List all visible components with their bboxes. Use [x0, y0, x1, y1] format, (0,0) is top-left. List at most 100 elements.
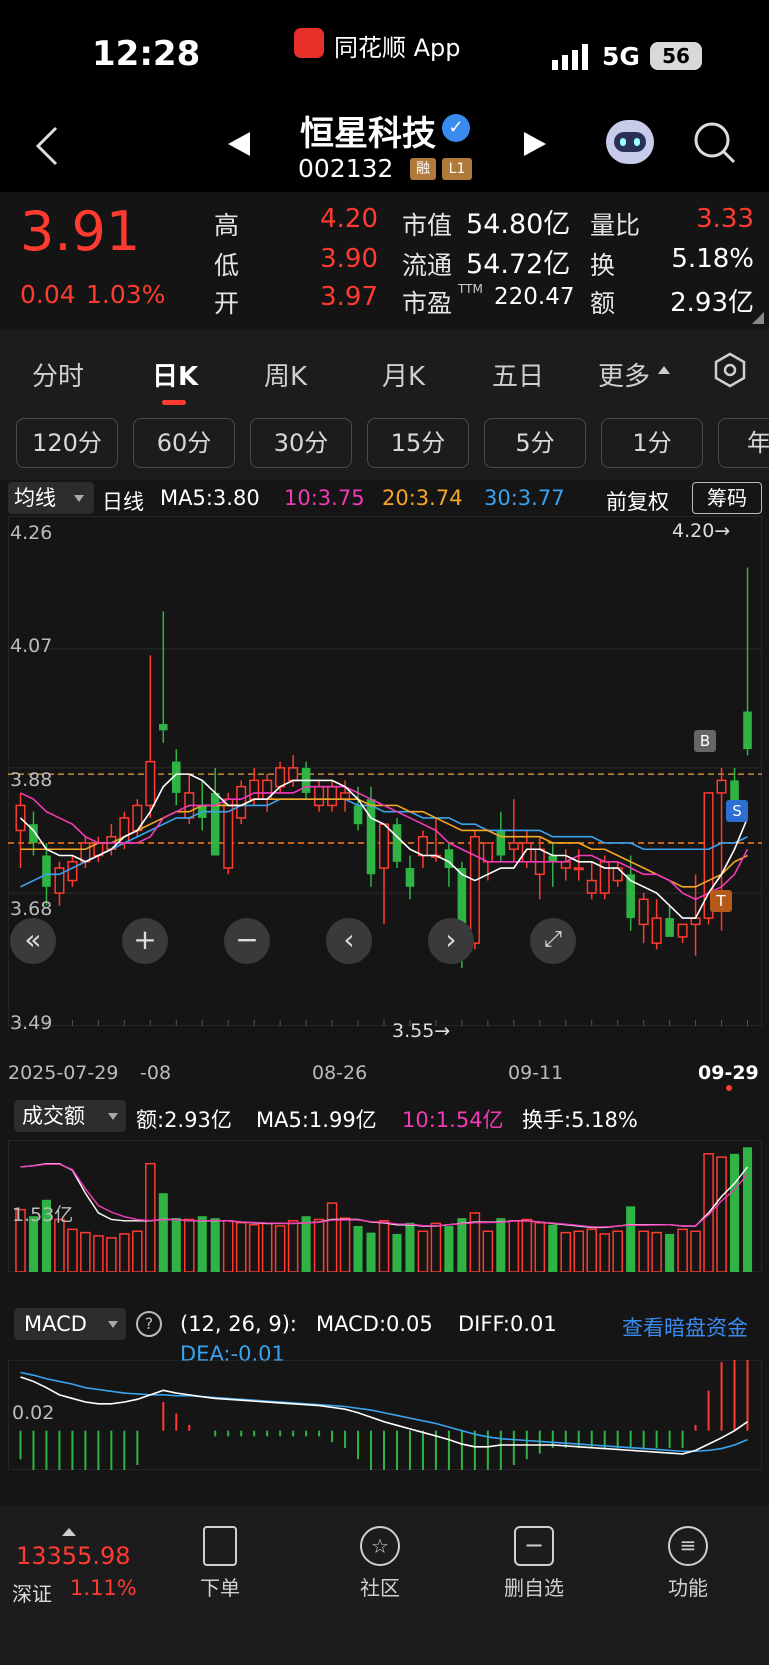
today-dot — [726, 1085, 732, 1091]
period-5min-button[interactable]: 5分 — [484, 418, 586, 468]
zoom-in-icon[interactable]: + — [122, 918, 168, 964]
x-label-end: 09-29 — [698, 1062, 759, 1084]
candle-body — [54, 867, 65, 894]
period-60min-button[interactable]: 60分 — [133, 418, 235, 468]
volume-bar — [54, 1218, 65, 1272]
settings-hexagon-icon[interactable] — [712, 352, 748, 388]
ma30-value: 30:3.77 — [484, 486, 565, 510]
volume-ratio-value: 3.33 — [696, 204, 754, 234]
zoom-out-icon[interactable]: − — [224, 918, 270, 964]
candle-body — [469, 835, 480, 944]
period-tabs: 分时 日K 周K 月K 五日 更多 — [0, 330, 769, 412]
scroll-right-icon[interactable]: › — [428, 918, 474, 964]
volume-chart[interactable] — [8, 1140, 762, 1272]
buy-signal-marker[interactable]: B — [694, 730, 716, 752]
volume-bar — [496, 1218, 506, 1272]
nav-community[interactable]: ☆ 社区 — [330, 1526, 430, 1601]
volume-bar — [729, 1153, 740, 1272]
y-label-3: 3.88 — [10, 769, 53, 791]
nav-order-label: 下单 — [200, 1576, 240, 1600]
index-name: 深证 — [12, 1582, 52, 1606]
tab-more[interactable]: 更多 — [598, 356, 650, 393]
nav-remove-watchlist[interactable]: − 删自选 — [484, 1526, 584, 1601]
macd-chart[interactable] — [8, 1360, 762, 1470]
volume-bar — [183, 1218, 195, 1272]
app-logo-icon — [294, 28, 324, 58]
macd-y-label: 0.02 — [12, 1402, 55, 1424]
nav-order[interactable]: 下单 — [170, 1526, 270, 1601]
kline-chart[interactable] — [8, 516, 762, 1026]
period-30min-button[interactable]: 30分 — [250, 418, 352, 468]
scroll-start-icon[interactable]: « — [10, 918, 56, 964]
mcap-label: 市值 — [402, 211, 453, 240]
help-icon[interactable]: ? — [136, 1311, 162, 1337]
mcap-value: 54.80亿 — [466, 209, 571, 240]
stock-code: 002132 — [298, 154, 394, 183]
volume-ratio-label: 量比 — [590, 211, 641, 240]
chart-area: 均线 日线 MA5:3.80 10:3.75 20:3.74 30:3.77 前… — [0, 480, 769, 1506]
t-signal-marker[interactable]: T — [710, 890, 732, 912]
dropdown-caret-icon — [108, 1321, 118, 1328]
margin-badge: 融 — [410, 158, 436, 180]
volume-bar — [430, 1222, 442, 1272]
back-icon[interactable] — [34, 124, 60, 168]
kline-frame — [8, 516, 762, 1026]
period-120min-button[interactable]: 120分 — [16, 418, 118, 468]
volume-bar — [612, 1230, 623, 1272]
star-circle-icon: ☆ — [360, 1526, 400, 1566]
tab-daily-k[interactable]: 日K — [152, 356, 198, 393]
macd-indicator-selector[interactable]: MACD — [14, 1308, 126, 1340]
volume-bar — [444, 1226, 454, 1272]
volume-bar — [132, 1230, 143, 1272]
candle-body — [378, 823, 390, 869]
low-label: 低 — [214, 251, 240, 280]
tab-intraday[interactable]: 分时 — [32, 356, 84, 393]
y-label-bottom: 3.49 — [10, 1012, 53, 1034]
tab-five-day[interactable]: 五日 — [492, 356, 544, 393]
period-1min-button[interactable]: 1分 — [601, 418, 703, 468]
x-label-4: 09-11 — [508, 1062, 564, 1084]
volume-bar — [274, 1225, 286, 1272]
next-stock-icon[interactable] — [522, 130, 548, 158]
menu-circle-icon: ≡ — [668, 1526, 708, 1566]
status-bar: 12:28 同花顺 App 5G 56 — [0, 0, 769, 100]
y-label-top: 4.26 — [10, 522, 53, 544]
volume-bar — [405, 1222, 415, 1272]
high-price-marker: 4.20→ — [672, 520, 731, 542]
volume-bar — [301, 1216, 311, 1272]
y-label-4: 3.68 — [10, 898, 53, 920]
index-value[interactable]: 13355.98 — [16, 1542, 131, 1570]
prev-stock-icon[interactable] — [226, 130, 252, 158]
tab-monthly-k[interactable]: 月K — [382, 356, 425, 393]
amount-label: 额 — [590, 289, 616, 318]
volume-turnover: 换手:5.18% — [522, 1108, 638, 1132]
volume-bar — [392, 1233, 402, 1272]
period-15min-button[interactable]: 15分 — [367, 418, 469, 468]
robot-assistant-icon[interactable] — [606, 120, 654, 164]
price-change: 0.04 — [20, 280, 76, 309]
sell-signal-marker[interactable]: S — [726, 800, 748, 822]
expand-corner-icon[interactable] — [752, 312, 764, 324]
adjust-toggle[interactable]: 前复权 — [606, 486, 669, 516]
candle-body — [145, 760, 156, 807]
fullscreen-icon[interactable]: ⤢ — [530, 918, 576, 964]
signal-icon — [552, 44, 588, 70]
volume-ma10-line — [20, 1163, 749, 1228]
volume-bar — [366, 1232, 376, 1272]
ma-selector[interactable]: 均线 — [8, 482, 94, 514]
search-icon[interactable] — [692, 120, 738, 166]
dark-pool-link[interactable]: 查看暗盘资金 — [622, 1312, 748, 1342]
float-value: 54.72亿 — [466, 249, 571, 280]
candle-body — [80, 842, 91, 863]
tab-weekly-k[interactable]: 周K — [264, 356, 307, 393]
volume-indicator-selector[interactable]: 成交额 — [14, 1100, 126, 1132]
chips-button[interactable]: 筹码 — [692, 482, 762, 514]
stock-header: 恒星科技 ✓ 002132 融 L1 — [0, 100, 769, 192]
period-year-button[interactable]: 年 — [718, 418, 769, 468]
nav-functions[interactable]: ≡ 功能 — [638, 1526, 738, 1601]
candle-body — [482, 842, 493, 863]
scroll-left-icon[interactable]: ‹ — [326, 918, 372, 964]
candle-body — [716, 779, 727, 794]
volume-y-label: 1.53亿 — [12, 1204, 74, 1226]
candle-body — [327, 785, 338, 807]
